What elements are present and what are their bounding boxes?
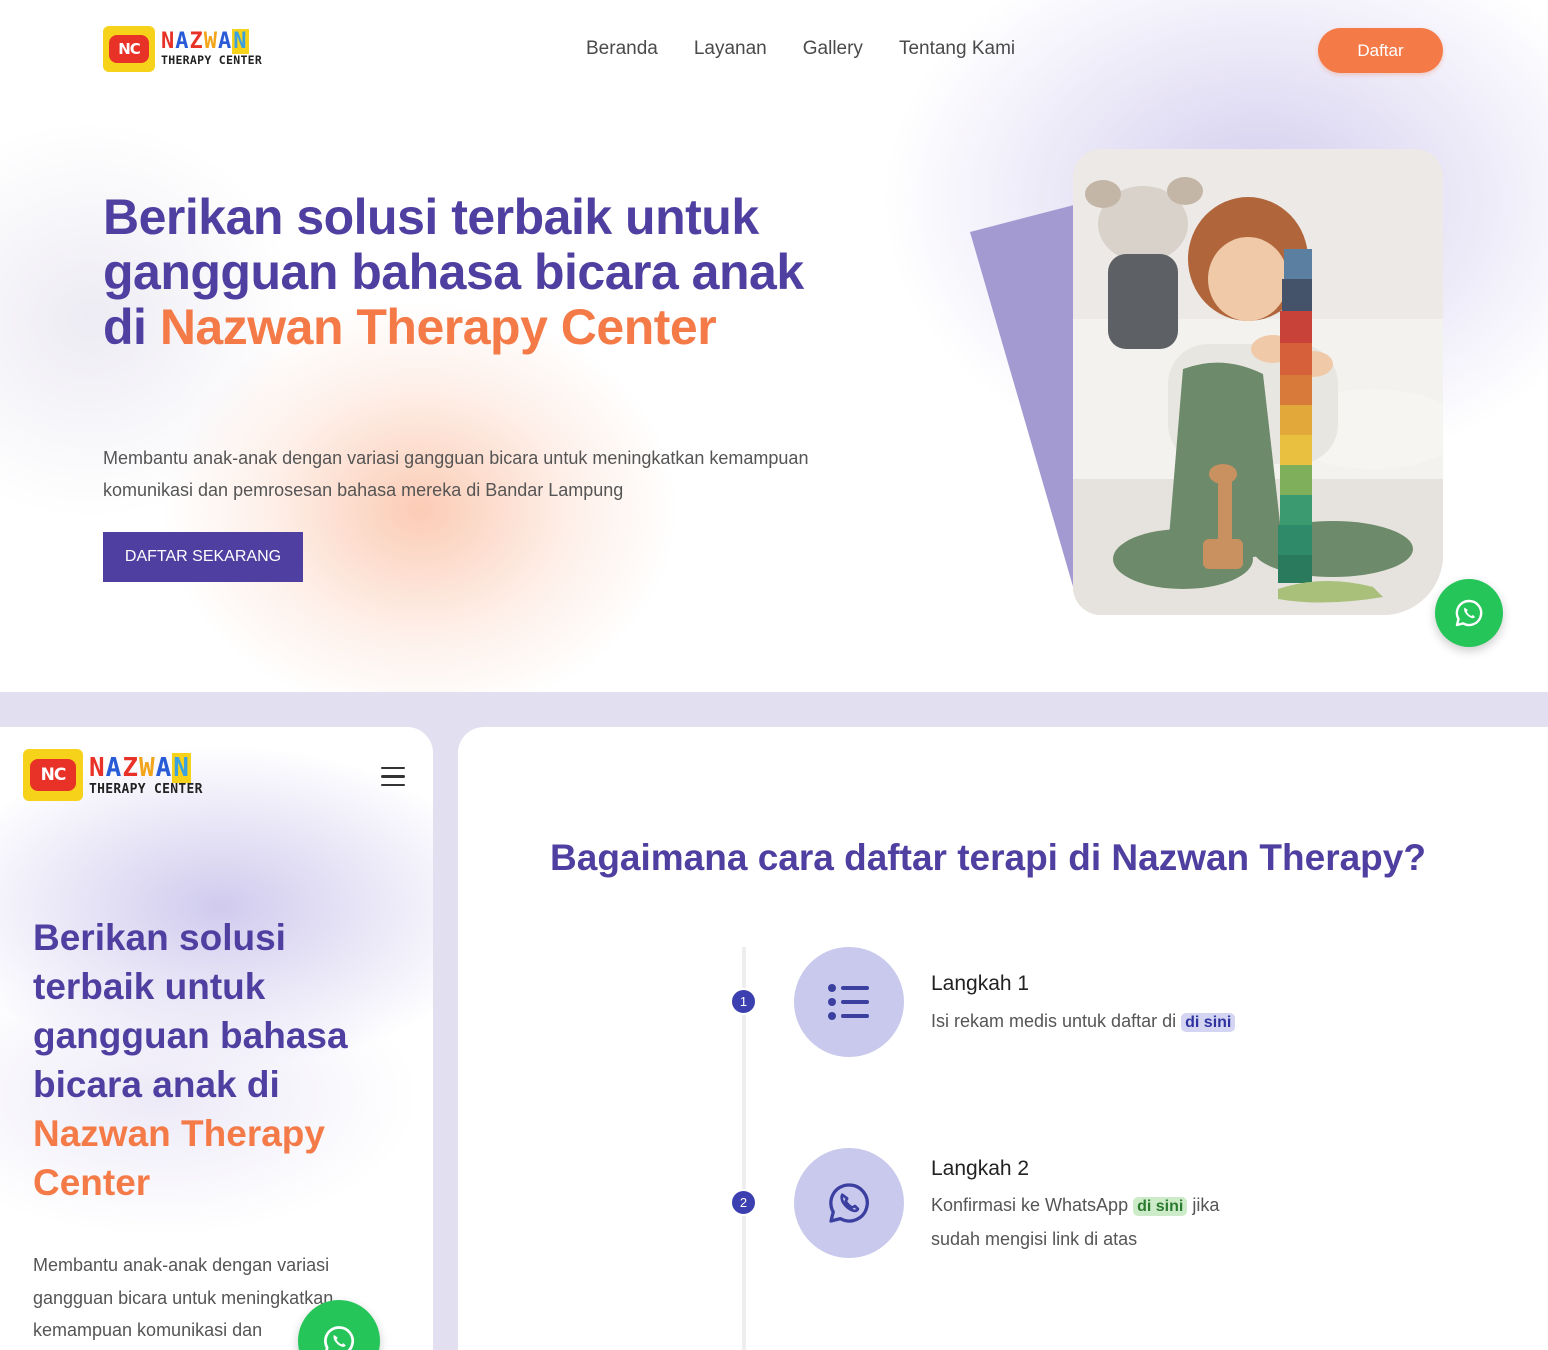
daftar-button[interactable]: Daftar [1318, 28, 1443, 73]
step-1-label: Langkah 1 [931, 972, 1030, 995]
hero-photo [1073, 149, 1443, 615]
step-1-icon-circle [794, 947, 904, 1057]
hero-title: Berikan solusi terbaik untuk gangguan ba… [103, 189, 804, 355]
step-1-text: Isi rekam medis untuk daftar di di sini [931, 1005, 1271, 1039]
mobile-logo-subtitle: THERAPY CENTER [89, 781, 203, 797]
list-icon [828, 984, 869, 1020]
mobile-logo-badge: NC [23, 749, 83, 801]
whatsapp-icon [1455, 599, 1483, 627]
mobile-hero-title: Berikan solusi terbaik untuk gangguan ba… [33, 917, 348, 1203]
hamburger-menu-icon[interactable] [381, 767, 405, 792]
whatsapp-float-button[interactable] [1435, 579, 1503, 647]
step-2-link[interactable]: di sini [1133, 1197, 1188, 1216]
step-1-number: 1 [730, 988, 757, 1015]
logo-badge: NC [103, 26, 155, 72]
main-nav: Beranda Layanan Gallery Tentang Kami [586, 38, 1015, 60]
registration-card: Bagaimana cara daftar terapi di Nazwan T… [458, 727, 1548, 1350]
hero-section: NC NAZWAN THERAPY CENTER Beranda Layanan… [0, 0, 1548, 692]
nav-item-beranda[interactable]: Beranda [586, 38, 658, 60]
mobile-logo[interactable]: NC NAZWAN THERAPY CENTER [23, 749, 203, 801]
step-2-number: 2 [730, 1189, 757, 1216]
whatsapp-icon [829, 1183, 869, 1223]
nav-item-tentang-kami[interactable]: Tentang Kami [899, 38, 1015, 60]
logo-subtitle: THERAPY CENTER [161, 53, 263, 68]
logo[interactable]: NC NAZWAN THERAPY CENTER [103, 26, 262, 72]
mobile-whatsapp-icon [324, 1326, 355, 1350]
step-1-link[interactable]: di sini [1181, 1013, 1236, 1032]
step-2-label: Langkah 2 [931, 1157, 1030, 1180]
mobile-logo-initials: NC [30, 759, 76, 791]
registration-title: Bagaimana cara daftar terapi di Nazwan T… [550, 837, 1426, 878]
daftar-sekarang-button[interactable]: DAFTAR SEKARANG [103, 532, 303, 582]
mobile-logo-name: NAZWAN [89, 752, 191, 783]
nav-item-gallery[interactable]: Gallery [803, 38, 863, 60]
logo-name: NAZWAN [161, 29, 249, 55]
mobile-preview: NC NAZWAN THERAPY CENTER Berikan solusi … [0, 727, 433, 1350]
hero-description: Membantu anak-anak dengan variasi ganggu… [103, 448, 809, 500]
logo-initials: NC [109, 35, 149, 63]
step-2-text: Konfirmasi ke WhatsApp di sini jika suda… [931, 1195, 1220, 1249]
preview-section: NC NAZWAN THERAPY CENTER Berikan solusi … [0, 692, 1548, 1350]
step-2-icon-circle [794, 1148, 904, 1258]
nav-item-layanan[interactable]: Layanan [694, 38, 767, 60]
